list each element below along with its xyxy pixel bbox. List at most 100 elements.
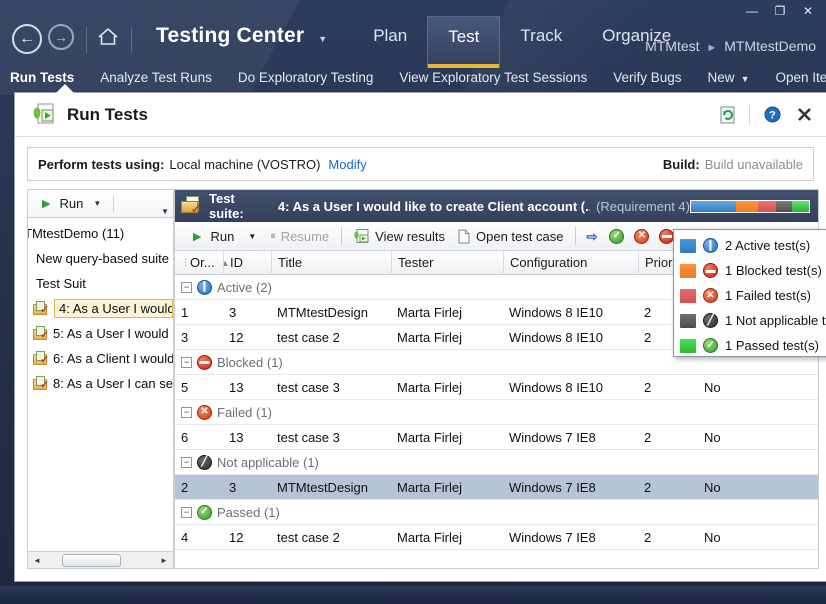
close-window-icon[interactable]: ✕ (794, 2, 822, 20)
tab-test[interactable]: Test (427, 16, 501, 68)
collapse-icon[interactable]: − (181, 356, 192, 368)
scroll-right-icon[interactable]: ► (157, 556, 171, 565)
subnav-item-do-exploratory-testing[interactable]: Do Exploratory Testing (225, 70, 387, 85)
mark-passed-icon[interactable]: ✓ (609, 228, 625, 244)
divider (131, 27, 132, 53)
open-items-menu-button[interactable]: Open Items (2)▼ (762, 70, 826, 85)
column-header-order[interactable]: ⋮ Or... ▲ (175, 251, 229, 275)
group-label: Not applicable (1) (217, 454, 319, 470)
group-row-passed[interactable]: − ✓ Passed (1) (175, 500, 818, 525)
app-title: Testing Center (156, 24, 305, 47)
grid-resume-button[interactable]: ⏸ Resume (264, 225, 335, 247)
cell-title: test case 3 (277, 379, 340, 395)
column-label: ID (230, 255, 243, 270)
open-items-label: Open Items (2) (775, 69, 826, 85)
subnav-item-verify-bugs[interactable]: Verify Bugs (600, 70, 694, 85)
breadcrumb-project[interactable]: MTMtest (645, 38, 699, 54)
tree-node-suite-8[interactable]: ✓ 8: As a User I can searc (28, 371, 173, 396)
tab-track[interactable]: Track (500, 16, 582, 68)
tree-node-test-suit[interactable]: Test Suit (28, 271, 173, 296)
tree-node-suite-5[interactable]: ✓ 5: As a User I would lik (28, 321, 173, 346)
collapse-icon[interactable]: − (181, 281, 192, 293)
test-status-legend-popup: ❙ 2 Active test(s) ▬ 1 Blocked test(s) ✕… (673, 229, 826, 357)
build-value: Build unavailable (704, 156, 803, 172)
column-header-title[interactable]: Title (271, 250, 391, 275)
column-header-configuration[interactable]: Configuration (503, 250, 638, 275)
view-results-button[interactable]: View results (348, 225, 451, 247)
refresh-icon[interactable] (717, 105, 737, 125)
divider (113, 195, 115, 212)
table-row[interactable]: 6 13 test case 3 Marta Firlej Windows 7 … (175, 425, 818, 450)
forward-icon[interactable]: → (48, 24, 74, 50)
breadcrumb-plan[interactable]: MTMtestDemo (724, 38, 816, 54)
view-results-label: View results (375, 228, 446, 244)
table-row[interactable]: 4 12 test case 2 Marta Firlej Windows 7 … (175, 525, 818, 550)
home-icon[interactable] (97, 26, 119, 46)
mark-failed-icon[interactable]: ✕ (634, 228, 650, 244)
new-menu-button[interactable]: New ▼ (695, 70, 763, 85)
requirement-suite-icon: ✓ (33, 376, 49, 391)
suite-name: 4: As a User I would like to create Clie… (277, 198, 591, 214)
tree-horizontal-scrollbar[interactable]: ◄ ► (27, 552, 174, 569)
column-label: Or... (190, 255, 215, 270)
title-dropdown-caret-icon[interactable]: ▼ (318, 34, 327, 44)
close-panel-icon[interactable] (794, 105, 814, 125)
subnav-item-analyze-test-runs[interactable]: Analyze Test Runs (87, 70, 225, 85)
maximize-icon[interactable]: ❐ (766, 2, 794, 20)
tree-node-plan[interactable]: TMtestDemo (11) (28, 221, 173, 246)
grid-run-label: Run (210, 228, 235, 244)
column-header-id[interactable]: ID (223, 250, 271, 275)
cell-id: 13 (229, 379, 244, 395)
scrollbar-track[interactable] (44, 553, 157, 567)
new-menu-label: New (707, 69, 735, 85)
tree-node-label: 5: As a User I would lik (53, 326, 173, 341)
perform-tests-bar: Perform tests using: Local machine (VOST… (27, 147, 814, 181)
tab-plan[interactable]: Plan (353, 16, 427, 68)
status-passed-icon: ✓ (703, 338, 718, 353)
open-test-case-button[interactable]: Open test case (451, 225, 569, 247)
table-row[interactable]: 5 13 test case 3 Marta Firlej Windows 8 … (175, 375, 818, 400)
collapse-icon[interactable]: − (181, 406, 192, 418)
cell-automated: No (704, 429, 721, 445)
chevron-down-icon[interactable]: ▼ (93, 199, 101, 208)
tree-run-button[interactable]: Run (59, 196, 83, 211)
suite-progress-bar (690, 199, 810, 213)
column-grip-icon: ⋮ (181, 257, 190, 267)
perform-tests-value: Local machine (VOSTRO) (169, 156, 321, 172)
toolbar-overflow-icon[interactable]: ▼ (161, 207, 169, 216)
cell-title: MTMtestDesign (277, 479, 369, 495)
cell-priority: 2 (644, 529, 652, 545)
status-failed-icon: ✕ (197, 404, 212, 420)
column-header-tester[interactable]: Tester (391, 250, 503, 275)
scrollbar-thumb[interactable] (62, 553, 121, 567)
table-row[interactable]: 2 3 MTMtestDesign Marta Firlej Windows 7… (175, 475, 818, 500)
column-label: Tester (398, 255, 434, 270)
collapse-icon[interactable]: − (181, 456, 192, 468)
back-icon[interactable]: ← (12, 24, 42, 54)
scroll-left-icon[interactable]: ◄ (30, 556, 44, 565)
group-row-not-applicable[interactable]: − ╱ Not applicable (1) (175, 450, 818, 475)
cell-tester: Marta Firlej (397, 329, 463, 345)
cell-id: 12 (229, 529, 244, 545)
application-window: — ❐ ✕ ← → Testing Center ▼ Plan Test Tra… (0, 0, 826, 604)
grid-run-button[interactable]: ▶ Run (187, 225, 240, 247)
subnav-item-run-tests[interactable]: Run Tests (0, 70, 87, 85)
tree-node-query-suite[interactable]: New query-based suite (2 (28, 246, 173, 271)
open-test-case-label: Open test case (476, 228, 564, 244)
run-icon[interactable]: ▶ (42, 197, 50, 210)
tree-node-suite-4[interactable]: ✓ 4: As a User I would lik (28, 296, 173, 321)
reset-status-icon[interactable]: ⇨ (584, 229, 599, 244)
minimize-icon[interactable]: — (738, 2, 766, 20)
tree-node-suite-6[interactable]: ✓ 6: As a Client I would l (28, 346, 173, 371)
chevron-down-icon[interactable]: ▼ (248, 232, 256, 241)
breadcrumb: MTMtest ► MTMtestDemo (645, 38, 816, 54)
subnav-item-view-exploratory-test-sessions[interactable]: View Exploratory Test Sessions (386, 70, 600, 85)
modify-link[interactable]: Modify (328, 157, 366, 172)
collapse-icon[interactable]: − (181, 506, 192, 518)
progress-segment-passed (792, 200, 809, 212)
group-row-failed[interactable]: − ✕ Failed (1) (175, 400, 818, 425)
legend-label: 1 Not applicable tes (725, 313, 826, 328)
legend-label: 1 Passed test(s) (725, 338, 819, 353)
help-icon[interactable]: ? (762, 105, 782, 125)
tree-toolbar: ▶ Run ▼ ▼ (27, 189, 174, 217)
